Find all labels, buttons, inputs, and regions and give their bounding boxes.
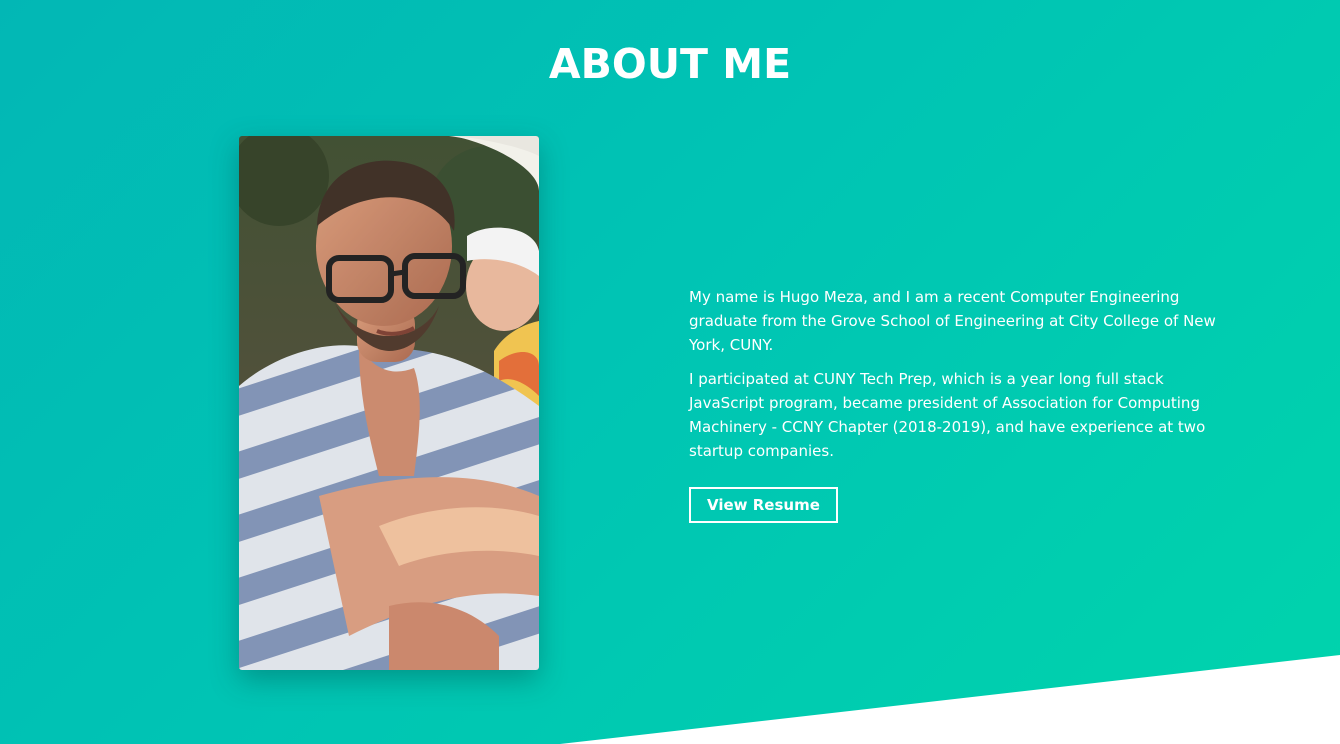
profile-photo	[239, 136, 539, 670]
about-paragraph-experience: I participated at CUNY Tech Prep, which …	[689, 370, 1206, 460]
about-paragraph-intro: My name is Hugo Meza, and I am a recent …	[689, 288, 1216, 354]
profile-photo-illustration	[239, 136, 539, 670]
view-resume-button[interactable]: View Resume	[689, 487, 838, 523]
about-section: ABOUT ME My name is Hugo Meza, and I am …	[0, 0, 1340, 744]
about-text: My name is Hugo Meza, and I am a recent …	[689, 285, 1229, 523]
section-title: ABOUT ME	[548, 40, 792, 88]
